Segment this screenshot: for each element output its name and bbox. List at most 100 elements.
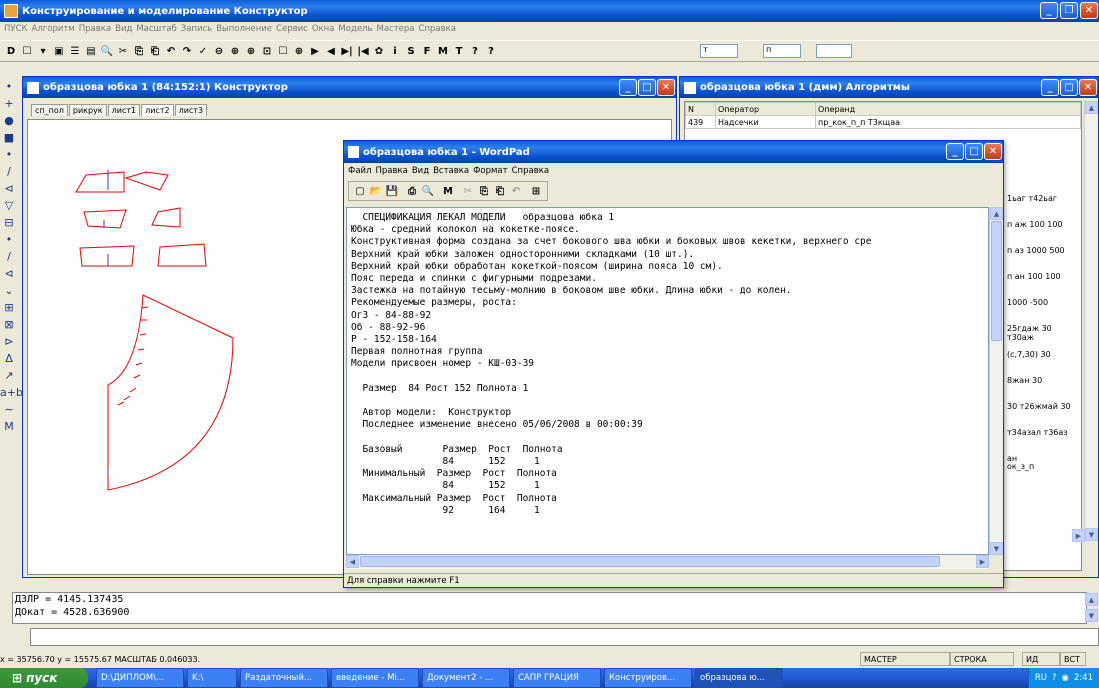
sheet-tab[interactable]: лист3 xyxy=(174,104,208,116)
wordpad-menu-item[interactable]: Справка xyxy=(512,166,549,176)
tool-icon[interactable]: ■ xyxy=(0,131,18,148)
minimize-button[interactable]: _ xyxy=(1040,2,1058,19)
tool-icon[interactable]: Δ xyxy=(0,352,18,369)
cut-icon[interactable]: ✂ xyxy=(461,186,475,197)
menu-item[interactable]: Окна xyxy=(312,24,335,34)
tool-icon[interactable]: М xyxy=(0,420,18,437)
toolbar-icon[interactable]: ↶ xyxy=(164,46,178,57)
restore-button[interactable]: ❐ xyxy=(1060,2,1078,19)
algorithms-close-button[interactable]: ✕ xyxy=(1079,79,1097,96)
taskbar-button[interactable]: D:\ДИПЛОМ\... xyxy=(96,668,184,688)
undo-icon[interactable]: ↶ xyxy=(509,186,523,197)
toolbar-icon[interactable]: ☰ xyxy=(68,46,82,57)
tool-icon[interactable]: ⊟ xyxy=(0,216,18,233)
wordpad-window[interactable]: образцова юбка 1 - WordPad _ □ ✕ Файл Пра… xyxy=(343,140,1004,588)
tool-icon[interactable]: • xyxy=(0,80,18,97)
tray-app-icon[interactable]: ◉ xyxy=(1061,673,1068,683)
menu-item[interactable]: ПУСК xyxy=(4,24,28,34)
wordpad-maximize-button[interactable]: □ xyxy=(965,143,983,160)
sheet-tab[interactable]: лист1 xyxy=(107,104,141,116)
sheet-tab[interactable]: лист2 xyxy=(141,104,174,116)
toolbar-icon[interactable]: ⎘ xyxy=(132,46,146,57)
menu-item[interactable]: Сервис xyxy=(276,24,308,34)
toolbar-icon[interactable]: S xyxy=(404,46,418,57)
toolbar-icon[interactable]: ◀ xyxy=(324,46,338,57)
toolbar-icon[interactable]: ↷ xyxy=(180,46,194,57)
tool-icon[interactable]: • xyxy=(0,233,18,250)
toolbar-icon[interactable]: F xyxy=(420,46,434,57)
tool-icon[interactable]: ⊞ xyxy=(0,301,18,318)
algorithms-scrollbar[interactable]: ▲ ▼ xyxy=(1084,101,1098,541)
wordpad-menu-item[interactable]: Вид xyxy=(412,166,429,176)
copy-icon[interactable]: ⎘ xyxy=(477,186,491,197)
wordpad-menu-item[interactable]: Правка xyxy=(375,166,407,176)
document-area[interactable]: СПЕЦИФИКАЦИЯ ЛЕКАЛ МОДЕЛИ образцова юбка… xyxy=(346,207,989,555)
tool-icon[interactable]: ↗ xyxy=(0,369,18,386)
toolbar-icon[interactable]: ▶ xyxy=(308,46,322,57)
extra-combo[interactable] xyxy=(816,44,852,58)
menu-item[interactable]: Мастера xyxy=(377,24,415,34)
paste-icon[interactable]: ⎗ xyxy=(493,186,507,197)
constructor-maximize-button[interactable]: □ xyxy=(638,79,656,96)
save-icon[interactable]: 💾 xyxy=(385,186,399,197)
col-header-operand[interactable]: Операнд xyxy=(815,102,1081,116)
toolbar-icon[interactable]: i xyxy=(388,46,402,57)
preview-icon[interactable]: 🔍 xyxy=(421,186,435,197)
language-indicator[interactable]: RU xyxy=(1035,673,1047,683)
toolbar-icon[interactable]: T xyxy=(452,46,466,57)
menu-item[interactable]: Правка xyxy=(79,24,111,34)
constructor-close-button[interactable]: ✕ xyxy=(657,79,675,96)
constructor-minimize-button[interactable]: _ xyxy=(619,79,637,96)
toolbar-icon[interactable]: ? xyxy=(468,46,482,57)
output-pane[interactable]: ДЗЛР = 4145.137435 ДОкат = 4528.636900 xyxy=(12,592,1087,624)
command-input[interactable] xyxy=(30,628,1099,646)
menu-item[interactable]: Вид xyxy=(115,24,132,34)
menu-item[interactable]: Модель xyxy=(338,24,372,34)
font-combo[interactable]: т xyxy=(700,44,738,58)
wordpad-menu-item[interactable]: Вставка xyxy=(433,166,469,176)
sheet-tab[interactable]: рикрук xyxy=(68,104,107,116)
tool-icon[interactable]: ⊲ xyxy=(0,182,18,199)
toolbar-icon[interactable]: ⊕ xyxy=(292,46,306,57)
col-header-n[interactable]: N xyxy=(685,102,716,116)
menu-item[interactable]: Масштаб xyxy=(136,24,176,34)
tool-icon[interactable]: ⊲ xyxy=(0,267,18,284)
toolbar-icon[interactable]: ▾ xyxy=(36,46,50,57)
toolbar-icon[interactable]: ▤ xyxy=(84,46,98,57)
insert-object-icon[interactable]: ⊞ xyxy=(529,186,543,197)
sheet-tab[interactable]: сп_пол xyxy=(31,104,68,116)
tool-icon[interactable]: • xyxy=(0,148,18,165)
wordpad-menu-item[interactable]: Формат xyxy=(473,166,508,176)
taskbar-button[interactable]: Конструиров... xyxy=(604,668,692,688)
algorithms-maximize-button[interactable]: □ xyxy=(1060,79,1078,96)
new-icon[interactable]: ▢ xyxy=(353,186,367,197)
taskbar-button[interactable]: Документ2 - ... xyxy=(422,668,510,688)
toolbar-icon[interactable]: ▶| xyxy=(340,46,354,57)
taskbar-button[interactable]: образцова ю... xyxy=(695,668,783,688)
menu-item[interactable]: Алгоритм xyxy=(32,24,75,34)
output-scroll-down[interactable]: ▼ xyxy=(1085,609,1098,622)
algorithms-minimize-button[interactable]: _ xyxy=(1041,79,1059,96)
menu-item[interactable]: Запись xyxy=(181,24,212,34)
wordpad-hscroll[interactable]: ◀ ▶ xyxy=(346,555,989,569)
menu-item[interactable]: Справка xyxy=(419,24,456,34)
taskbar-button[interactable]: введение - Mi... xyxy=(331,668,419,688)
print-icon[interactable]: ⎙ xyxy=(405,186,419,197)
wordpad-close-button[interactable]: ✕ xyxy=(984,143,1002,160)
open-icon[interactable]: 📂 xyxy=(369,186,383,197)
menu-item[interactable]: Выполнение xyxy=(216,24,272,34)
algorithms-scroll-right[interactable]: ▶ xyxy=(1072,529,1085,542)
toolbar-icon[interactable]: ⊕ xyxy=(244,46,258,57)
toolbar-icon[interactable]: ⎗ xyxy=(148,46,162,57)
close-button[interactable]: ✕ xyxy=(1080,2,1098,19)
table-row[interactable]: 439 Надсечки пр_кок_п_п Т3кщаа xyxy=(685,115,1081,129)
tool-icon[interactable]: ⊳ xyxy=(0,335,18,352)
document-text[interactable]: СПЕЦИФИКАЦИЯ ЛЕКАЛ МОДЕЛИ образцова юбка… xyxy=(351,212,984,517)
tool-icon[interactable]: + xyxy=(0,97,18,114)
toolbar-icon[interactable]: ✿ xyxy=(372,46,386,57)
tool-icon[interactable]: ● xyxy=(0,114,18,131)
taskbar-button[interactable]: Раздаточный... xyxy=(240,668,328,688)
find-icon[interactable]: M xyxy=(441,186,455,197)
tool-icon[interactable]: / xyxy=(0,250,18,267)
toolbar-icon[interactable]: ▣ xyxy=(52,46,66,57)
